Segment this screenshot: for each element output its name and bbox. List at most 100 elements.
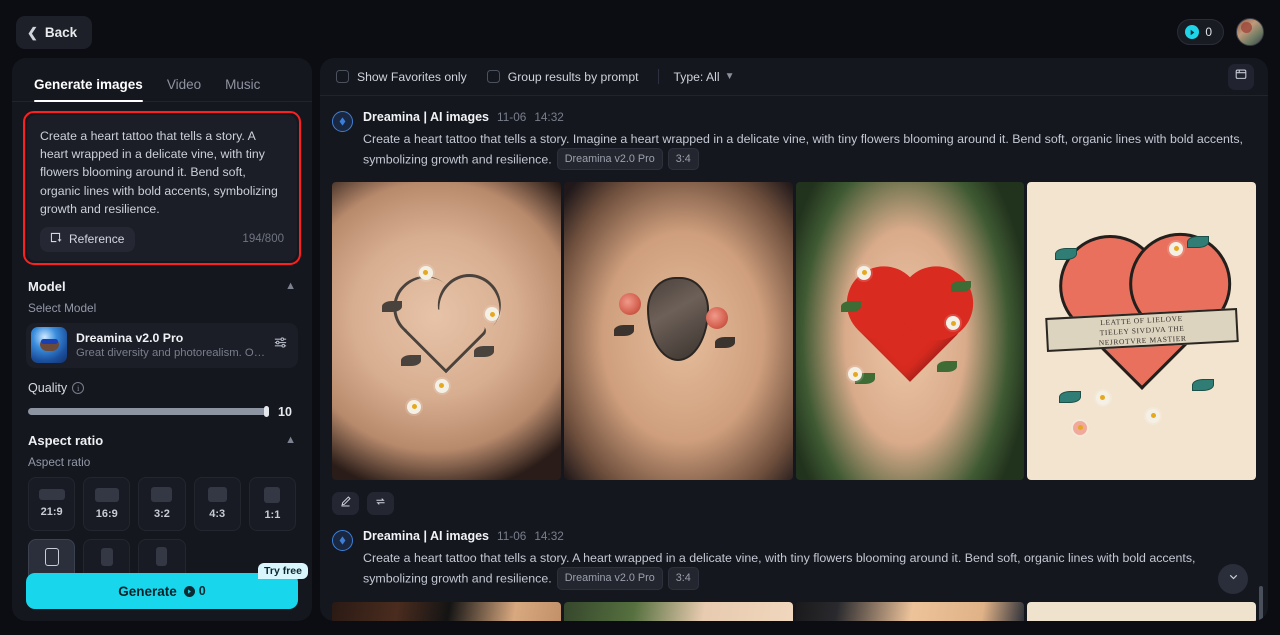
result-prompt: Create a heart tattoo that tells a story…	[363, 130, 1256, 171]
result-date: 11-06	[497, 529, 527, 544]
results-panel: Show Favorites only Group results by pro…	[320, 58, 1268, 621]
result-image[interactable]	[563, 601, 793, 621]
aspect-ratio-shape	[151, 487, 173, 503]
model-thumbnail	[31, 327, 67, 364]
reference-button[interactable]: Reference	[40, 226, 136, 252]
tab-music[interactable]: Music	[225, 77, 260, 101]
archive-button[interactable]	[1228, 63, 1254, 90]
folder-icon	[1234, 67, 1248, 86]
aspect-ratio-option-1-1[interactable]: 1:1	[248, 476, 296, 531]
select-model-label: Select Model	[28, 300, 97, 315]
toolbar-divider	[658, 69, 660, 84]
result-image-grid	[332, 601, 1256, 621]
result-image[interactable]	[563, 182, 793, 481]
results-feed[interactable]: Dreamina | AI images 11-06 14:32 Create …	[320, 96, 1268, 621]
dreamina-app: ❮ Back 0 Generate images Video Music Cre…	[0, 0, 1280, 635]
prompt-box[interactable]: Create a heart tattoo that tells a story…	[27, 115, 297, 261]
model-section-header[interactable]: Model ▲	[12, 265, 312, 294]
avatar[interactable]	[1236, 18, 1264, 46]
model-description: Great diversity and photorealism. Of…	[76, 347, 267, 360]
regenerate-button[interactable]	[367, 492, 394, 516]
ratio-chip: 3:4	[667, 567, 699, 590]
aspect-ratio-shape	[38, 489, 65, 501]
result-image[interactable]: LEATTE OF LIELOVE TIELEY SIVDJVA THE NEJRO…	[1027, 182, 1256, 481]
aspect-ratio-option-3-2[interactable]: 3:2	[138, 476, 186, 531]
generate-button-label: Generate	[118, 583, 177, 599]
aspect-ratio-shape	[94, 487, 119, 502]
back-button-label: Back	[44, 24, 78, 40]
tab-video[interactable]: Video	[167, 77, 201, 101]
tattoo-art	[564, 182, 793, 480]
quality-slider[interactable]	[28, 406, 269, 418]
selected-model-card[interactable]: Dreamina v2.0 Pro Great diversity and ph…	[26, 322, 298, 368]
type-filter-dropdown[interactable]: Type: All ▼	[673, 70, 734, 84]
image-plus-icon	[49, 231, 62, 247]
result-image[interactable]	[795, 601, 1025, 621]
prompt-footer: Reference 194/800	[40, 226, 284, 252]
result-image[interactable]	[332, 601, 561, 621]
aspect-section-title: Aspect ratio	[28, 432, 104, 448]
quality-row: Quality i	[12, 368, 312, 395]
pencil-icon	[339, 495, 352, 513]
aspect-ratio-option-16-9[interactable]: 16:9	[83, 476, 131, 531]
result-prompt-text: Create a heart tattoo that tells a story…	[363, 132, 1243, 167]
quality-slider-handle[interactable]	[264, 406, 269, 418]
result-time: 14:32	[534, 529, 564, 544]
tattoo-art: LEATTE OF LIELOVE TIELEY SIVDJVA THE NEJRO…	[1027, 182, 1256, 480]
credit-coin-icon	[1185, 25, 1200, 39]
aspect-ratio-label: Aspect ratio	[28, 454, 91, 469]
result-author: Dreamina | AI images	[363, 110, 490, 124]
back-button[interactable]: ❮ Back	[16, 15, 93, 49]
aspect-ratio-option-4-3[interactable]: 4:3	[193, 476, 241, 531]
repeat-icon	[374, 495, 387, 513]
chevron-up-icon[interactable]: ▲	[285, 280, 296, 292]
aspect-ratio-option-21-9[interactable]: 21:9	[28, 476, 76, 531]
feed-scrollbar[interactable]	[1259, 586, 1263, 621]
result-image[interactable]	[1027, 601, 1256, 621]
result-card: Dreamina | AI images 11-06 14:32 Create …	[332, 515, 1256, 621]
sliders-icon[interactable]	[273, 335, 288, 355]
result-prompt-text: Create a heart tattoo that tells a story…	[363, 551, 1196, 586]
result-header: Dreamina | AI images 11-06 14:32 Create …	[332, 529, 1256, 590]
tab-generate-images[interactable]: Generate images	[34, 77, 143, 102]
result-body: Dreamina | AI images 11-06 14:32 Create …	[363, 529, 1256, 590]
quality-value: 10	[278, 404, 292, 419]
scroll-to-bottom-button[interactable]	[1218, 564, 1248, 594]
show-favorites-checkbox[interactable]: Show Favorites only	[336, 70, 467, 84]
chevron-left-icon: ❮	[27, 24, 38, 40]
credit-coin-icon	[183, 585, 195, 597]
generate-cost-value: 0	[198, 584, 206, 598]
aspect-ratio-shape	[100, 547, 113, 566]
model-name: Dreamina v2.0 Pro	[76, 331, 184, 346]
group-by-prompt-checkbox[interactable]: Group results by prompt	[486, 70, 638, 84]
credits-count: 0	[1205, 25, 1212, 39]
tattoo-art	[796, 182, 1025, 480]
ratio-chip: 3:4	[667, 147, 699, 171]
chevron-down-icon: ▼	[724, 71, 735, 82]
model-section-title: Model	[28, 278, 66, 294]
aspect-ratio-shape	[44, 547, 59, 566]
info-icon[interactable]: i	[72, 381, 85, 394]
checkbox-icon[interactable]	[336, 70, 349, 83]
top-bar: ❮ Back 0	[0, 0, 1280, 64]
aspect-ratio-shape	[207, 487, 227, 503]
generation-sidebar: Generate images Video Music Create a hea…	[12, 58, 312, 621]
chevron-up-icon[interactable]: ▲	[285, 434, 296, 446]
reference-button-label: Reference	[69, 232, 125, 247]
result-image[interactable]	[332, 182, 561, 481]
aspect-ratio-label: 3:2	[154, 508, 170, 521]
result-author: Dreamina | AI images	[363, 529, 490, 544]
result-date: 11-06	[497, 110, 527, 124]
dreamina-logo-icon	[332, 111, 353, 132]
credits-badge[interactable]: 0	[1177, 19, 1224, 45]
generate-cost: 0	[183, 584, 206, 598]
model-chip: Dreamina v2.0 Pro	[556, 147, 663, 171]
aspect-section-header[interactable]: Aspect ratio ▲	[12, 419, 312, 448]
result-meta: Dreamina | AI images 11-06 14:32	[363, 529, 1256, 543]
try-free-badge: Try free	[258, 563, 308, 579]
sidebar-tabs: Generate images Video Music	[12, 58, 312, 102]
prompt-input[interactable]: Create a heart tattoo that tells a story…	[40, 127, 284, 218]
edit-button[interactable]	[332, 492, 359, 516]
checkbox-icon[interactable]	[486, 70, 500, 83]
result-image[interactable]	[795, 182, 1025, 481]
